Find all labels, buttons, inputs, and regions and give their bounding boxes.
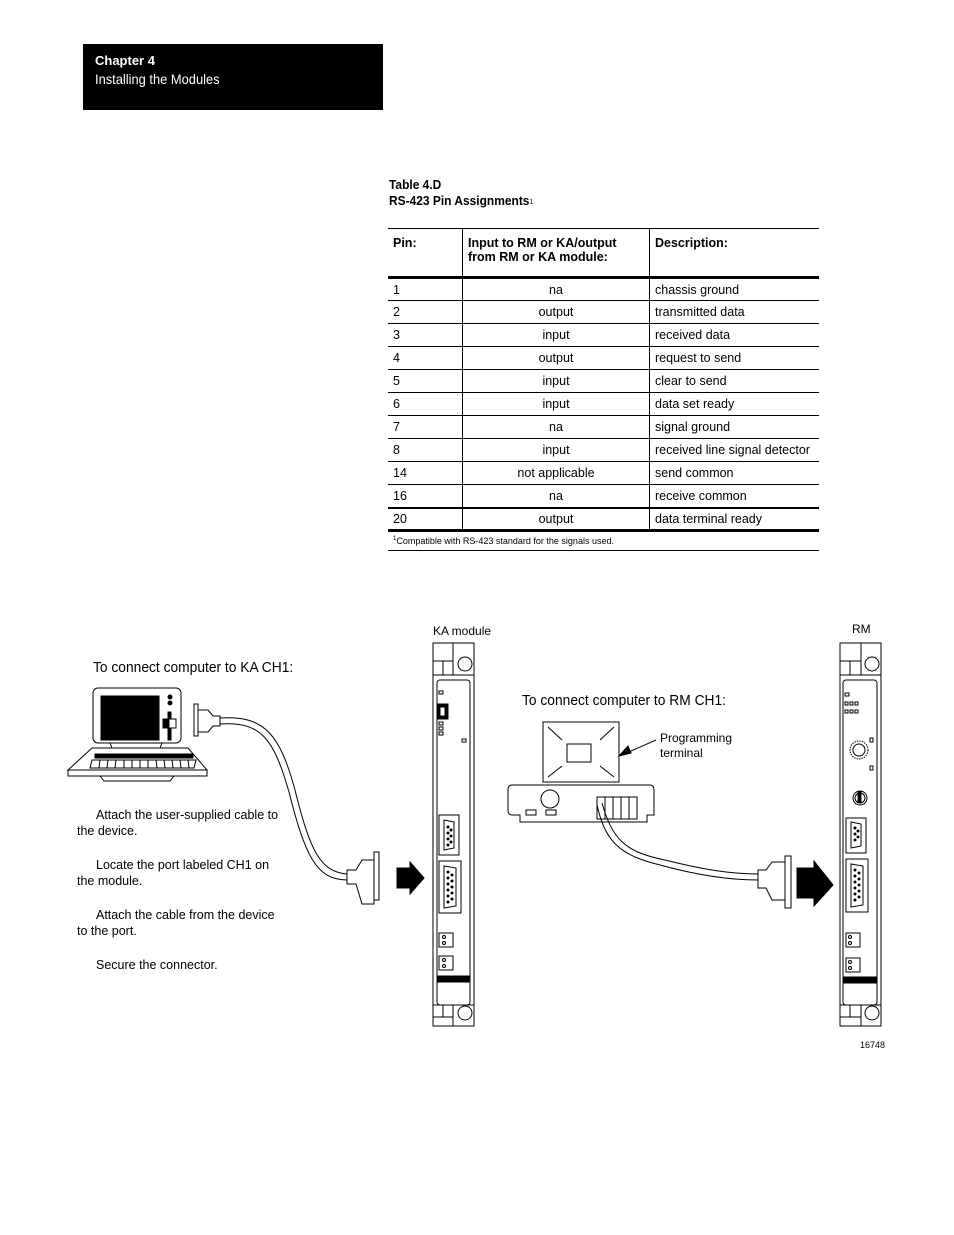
programming-terminal-icon bbox=[507, 721, 657, 823]
laptop-computer-icon bbox=[66, 687, 209, 782]
rm-module bbox=[839, 642, 882, 1027]
ka-module bbox=[432, 642, 475, 1027]
ka-insert-arrow-icon bbox=[396, 860, 425, 896]
connection-diagram bbox=[66, 642, 882, 1027]
ka-cable bbox=[193, 703, 380, 905]
rm-insert-arrow-icon bbox=[796, 859, 834, 908]
